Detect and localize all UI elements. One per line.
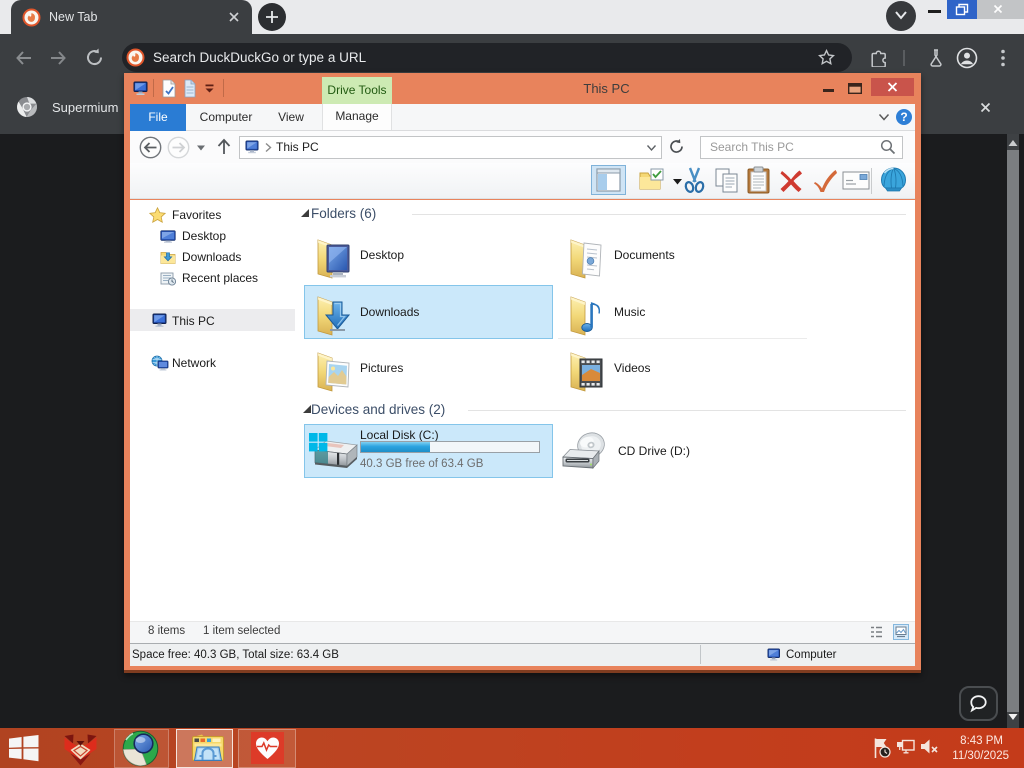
svg-text:?: ? <box>900 110 907 124</box>
